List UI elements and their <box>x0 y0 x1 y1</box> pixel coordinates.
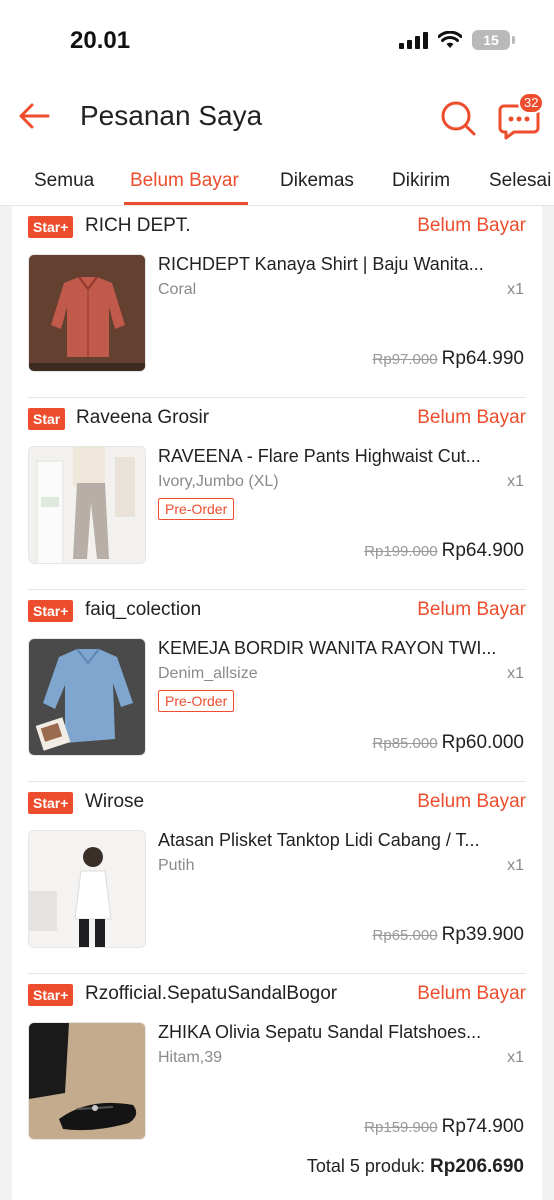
original-price: Rp159.900 <box>364 1119 438 1136</box>
discounted-price: Rp39.900 <box>441 924 524 945</box>
order-status: Belum Bayar <box>417 407 526 428</box>
chat-badge: 32 <box>518 92 545 114</box>
price-row: Rp65.000 Rp39.900 <box>373 924 524 946</box>
tab-belum-bayar[interactable]: Belum Bayar <box>130 170 239 192</box>
original-price: Rp97.000 <box>372 351 438 368</box>
signal-icon <box>399 31 428 49</box>
order-card[interactable]: Star Raveena Grosir Belum Bayar RAVEENA … <box>12 398 542 590</box>
tab-semua[interactable]: Semua <box>34 170 94 192</box>
star-plus-badge: Star+ <box>28 600 74 622</box>
tab-dikirim[interactable]: Dikirim <box>392 170 450 192</box>
order-list: Star+ RICH DEPT. Belum Bayar RICHDEPT Ka… <box>12 206 542 1200</box>
order-card[interactable]: Star+ Wirose Belum Bayar Atasan Plisket … <box>12 782 542 974</box>
active-tab-indicator <box>124 202 248 205</box>
price-row: Rp97.000 Rp64.990 <box>373 348 524 370</box>
total-amount: Rp206.690 <box>429 1156 524 1177</box>
discounted-price: Rp74.900 <box>441 1116 524 1137</box>
product-name[interactable]: ZHIKA Olivia Sepatu Sandal Flatshoes... <box>158 1022 524 1043</box>
product-variant: Coral <box>158 281 197 298</box>
star-plus-badge: Star+ <box>28 984 74 1006</box>
product-image[interactable] <box>28 830 146 948</box>
product-variant: Putih <box>158 857 195 874</box>
star-badge: Star <box>28 408 66 430</box>
tab-dikemas[interactable]: Dikemas <box>280 170 354 192</box>
shop-name[interactable]: Wirose <box>85 791 144 813</box>
shop-name[interactable]: RICH DEPT. <box>85 215 191 237</box>
product-quantity: x1 <box>507 1049 524 1066</box>
original-price: Rp85.000 <box>372 735 438 752</box>
wifi-icon <box>438 31 462 48</box>
price-row: Rp159.900 Rp74.900 <box>364 1116 524 1138</box>
product-image[interactable] <box>28 638 146 756</box>
product-quantity: x1 <box>507 281 524 298</box>
preorder-tag: Pre-Order <box>158 690 235 712</box>
product-image[interactable] <box>28 254 146 372</box>
order-card[interactable]: Star+ RICH DEPT. Belum Bayar RICHDEPT Ka… <box>12 206 542 398</box>
discounted-price: Rp64.990 <box>441 348 524 369</box>
tab-selesai[interactable]: Selesai <box>489 170 551 192</box>
original-price: Rp199.000 <box>364 543 438 560</box>
product-quantity: x1 <box>507 857 524 874</box>
app-header: Pesanan Saya 32 <box>0 80 554 156</box>
product-quantity: x1 <box>507 473 524 490</box>
order-tabs: Semua Belum Bayar Dikemas Dikirim Selesa… <box>0 156 554 206</box>
product-image[interactable] <box>28 1022 146 1140</box>
order-card[interactable]: Star+ Rzofficial.SepatuSandalBogor Belum… <box>12 974 542 1166</box>
shop-name[interactable]: Rzofficial.SepatuSandalBogor <box>85 983 337 1005</box>
order-status: Belum Bayar <box>417 599 526 620</box>
discounted-price: Rp64.900 <box>441 540 524 561</box>
price-row: Rp85.000 Rp60.000 <box>373 732 524 754</box>
order-status: Belum Bayar <box>417 791 526 812</box>
original-price: Rp65.000 <box>372 927 438 944</box>
product-name[interactable]: RICHDEPT Kanaya Shirt | Baju Wanita... <box>158 254 524 275</box>
product-name[interactable]: Atasan Plisket Tanktop Lidi Cabang / T..… <box>158 830 524 851</box>
back-arrow-icon[interactable] <box>16 98 52 134</box>
product-name[interactable]: RAVEENA - Flare Pants Highwaist Cut... <box>158 446 524 467</box>
star-plus-badge: Star+ <box>28 792 74 814</box>
search-icon[interactable] <box>438 98 478 138</box>
product-name[interactable]: KEMEJA BORDIR WANITA RAYON TWI... <box>158 638 524 659</box>
order-total: Total 5 produk: Rp206.690 <box>307 1156 524 1178</box>
product-variant: Ivory,Jumbo (XL) <box>158 473 279 490</box>
star-plus-badge: Star+ <box>28 216 74 238</box>
product-image[interactable] <box>28 446 146 564</box>
order-status: Belum Bayar <box>417 983 526 1004</box>
shop-name[interactable]: faiq_colection <box>85 599 201 621</box>
product-variant: Denim_allsize <box>158 665 258 682</box>
total-label: Total 5 produk: <box>306 1156 425 1176</box>
order-status: Belum Bayar <box>417 215 526 236</box>
status-icons: 15 <box>399 30 515 50</box>
shop-name[interactable]: Raveena Grosir <box>76 407 209 429</box>
price-row: Rp199.000 Rp64.900 <box>364 540 524 562</box>
preorder-tag: Pre-Order <box>158 498 235 520</box>
status-bar: 20.01 15 <box>0 0 554 80</box>
battery-icon: 15 <box>472 30 515 50</box>
order-card[interactable]: Star+ faiq_colection Belum Bayar KEMEJA … <box>12 590 542 782</box>
product-variant: Hitam,39 <box>158 1049 223 1066</box>
page-title: Pesanan Saya <box>80 100 263 131</box>
status-time: 20.01 <box>70 27 131 54</box>
discounted-price: Rp60.000 <box>441 732 524 753</box>
product-quantity: x1 <box>507 665 524 682</box>
